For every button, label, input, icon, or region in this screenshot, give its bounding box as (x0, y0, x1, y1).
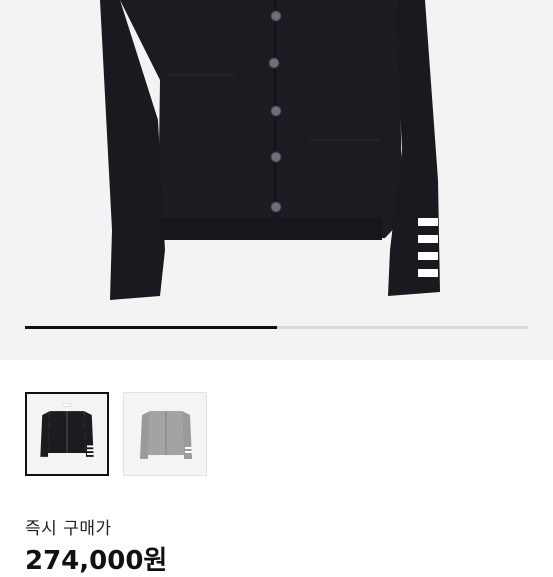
thumbnail-image-grey (140, 411, 192, 459)
gallery-progress-fill (25, 326, 277, 329)
thumbnail-image-black (40, 403, 94, 457)
button-4 (270, 151, 282, 163)
button-2 (268, 57, 280, 69)
thumbnail-black-cardigan[interactable] (25, 392, 109, 476)
thumbnail-grey-cardigan[interactable] (123, 392, 207, 476)
product-image-black-cardigan (100, 0, 440, 300)
purchase-label: 즉시 구매가 (25, 519, 112, 539)
stripe-1 (418, 218, 438, 226)
stripe-3 (418, 252, 438, 260)
button-3 (270, 105, 282, 117)
product-image-gallery[interactable] (0, 0, 553, 360)
button-5 (270, 201, 282, 213)
stripe-4 (418, 269, 438, 277)
price: 274,000원 (25, 546, 168, 576)
gallery-progress-track (25, 326, 528, 329)
stripe-2 (418, 235, 438, 243)
button-1 (270, 10, 282, 22)
ribbed-hem (160, 218, 382, 240)
